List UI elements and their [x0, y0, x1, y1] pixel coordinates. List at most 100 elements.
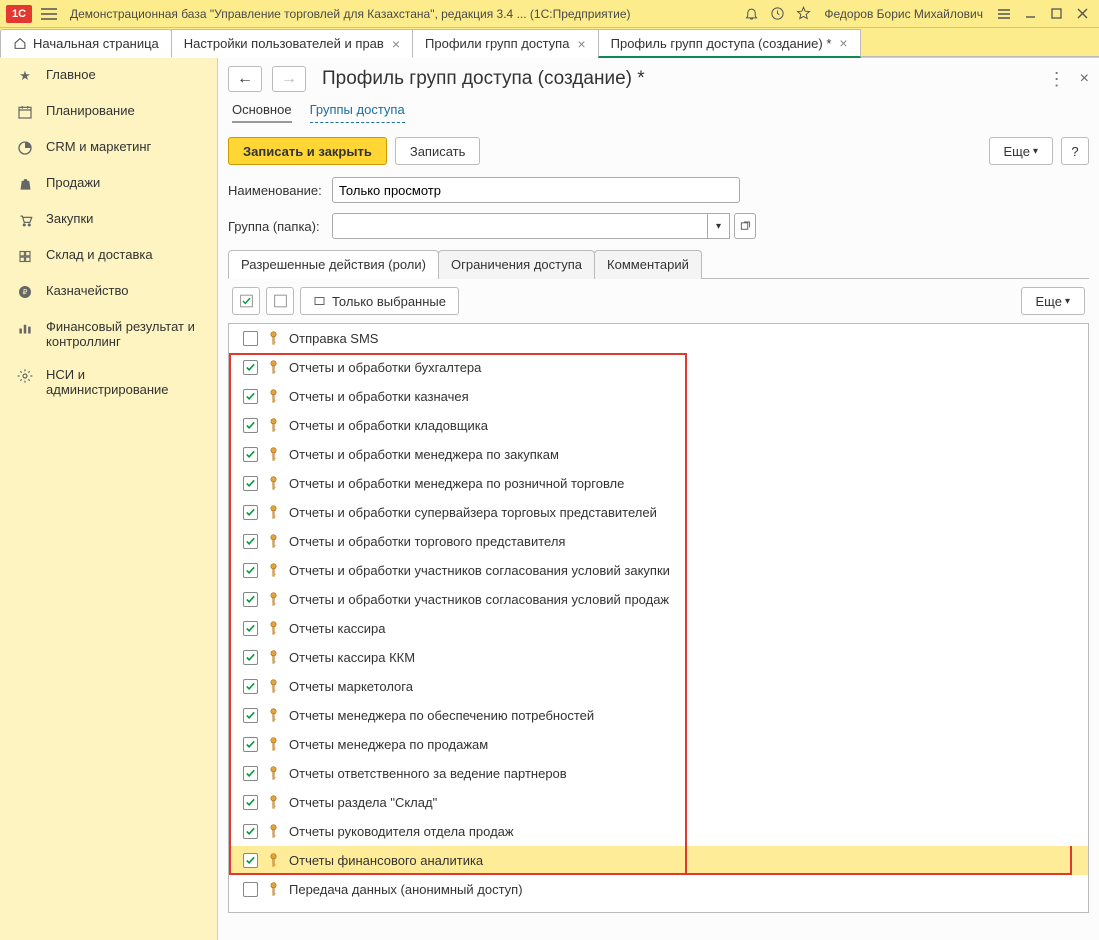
checkbox[interactable] — [243, 679, 258, 694]
checkbox[interactable] — [243, 824, 258, 839]
sidebar-item-purchases[interactable]: Закупки — [0, 202, 217, 238]
role-row[interactable]: Отчеты и обработки казначея — [229, 382, 1088, 411]
role-row[interactable]: Отчеты менеджера по обеспечению потребно… — [229, 701, 1088, 730]
user-name[interactable]: Федоров Борис Михайлович — [818, 7, 989, 21]
close-icon[interactable] — [1071, 3, 1093, 25]
role-label: Отчеты и обработки казначея — [289, 389, 469, 404]
checkbox[interactable] — [243, 563, 258, 578]
checkbox[interactable] — [243, 534, 258, 549]
open-folder-icon[interactable] — [734, 213, 756, 239]
history-icon[interactable] — [766, 3, 788, 25]
tab-close-icon[interactable]: × — [577, 37, 585, 51]
role-row[interactable]: Отчеты и обработки участников согласован… — [229, 556, 1088, 585]
tab-close-icon[interactable]: × — [839, 36, 847, 50]
group-input[interactable] — [332, 213, 708, 239]
role-row[interactable]: Отчеты и обработки кладовщика — [229, 411, 1088, 440]
tab-comment[interactable]: Комментарий — [594, 250, 702, 279]
minimize-icon[interactable] — [1019, 3, 1041, 25]
nav-forward-button[interactable]: → — [272, 66, 306, 92]
tab-settings-users[interactable]: Настройки пользователей и прав × — [171, 29, 413, 58]
role-row[interactable]: Отчеты руководителя отдела продаж — [229, 817, 1088, 846]
role-label: Отчеты и обработки кладовщика — [289, 418, 488, 433]
roles-toolbar: Только выбранные Еще — [228, 279, 1089, 323]
sidebar-item-treasury[interactable]: ₽Казначейство — [0, 274, 217, 310]
maximize-icon[interactable] — [1045, 3, 1067, 25]
checkbox[interactable] — [243, 447, 258, 462]
role-row[interactable]: Отчеты и обработки участников согласован… — [229, 585, 1088, 614]
only-selected-button[interactable]: Только выбранные — [300, 287, 459, 315]
checkbox[interactable] — [243, 708, 258, 723]
sidebar-item-crm[interactable]: CRM и маркетинг — [0, 130, 217, 166]
sidebar-item-nsi[interactable]: НСИ и администрирование — [0, 358, 217, 406]
checkbox[interactable] — [243, 360, 258, 375]
checkbox[interactable] — [243, 505, 258, 520]
key-icon — [268, 679, 279, 694]
nav-back-button[interactable]: ← — [228, 66, 262, 92]
more-icon[interactable]: ⋮ — [1048, 69, 1066, 90]
role-row[interactable]: Отчеты кассира ККМ — [229, 643, 1088, 672]
tab-restrictions[interactable]: Ограничения доступа — [438, 250, 595, 279]
role-row[interactable]: Отчеты и обработки торгового представите… — [229, 527, 1088, 556]
role-label: Отчеты и обработки участников согласован… — [289, 592, 669, 607]
checkbox[interactable] — [243, 418, 258, 433]
tab-home[interactable]: Начальная страница — [0, 29, 172, 58]
role-label: Отчеты ответственного за ведение партнер… — [289, 766, 567, 781]
checkbox[interactable] — [243, 853, 258, 868]
more-button[interactable]: Еще — [989, 137, 1053, 165]
star-icon[interactable] — [792, 3, 814, 25]
checkbox[interactable] — [243, 650, 258, 665]
cart-icon — [16, 211, 34, 229]
sidebar-item-warehouse[interactable]: Склад и доставка — [0, 238, 217, 274]
name-input[interactable] — [332, 177, 740, 203]
role-row[interactable]: Отчеты и обработки супервайзера торговых… — [229, 498, 1088, 527]
chart-pie-icon — [16, 139, 34, 157]
role-row[interactable]: Отчеты финансового аналитика — [229, 846, 1088, 875]
tab-roles[interactable]: Разрешенные действия (роли) — [228, 250, 439, 279]
menu-icon[interactable] — [38, 3, 60, 25]
key-icon — [268, 476, 279, 491]
key-icon — [268, 737, 279, 752]
checkbox[interactable] — [243, 737, 258, 752]
checkbox[interactable] — [243, 882, 258, 897]
checkbox[interactable] — [243, 476, 258, 491]
tab-profiles[interactable]: Профили групп доступа × — [412, 29, 599, 58]
checkbox[interactable] — [243, 331, 258, 346]
checkbox[interactable] — [243, 766, 258, 781]
dash-icon[interactable] — [993, 3, 1015, 25]
tab-close-icon[interactable]: × — [392, 37, 400, 51]
sidebar-item-finresult[interactable]: Финансовый результат и контроллинг — [0, 310, 217, 358]
key-icon — [268, 824, 279, 839]
role-row[interactable]: Отчеты маркетолога — [229, 672, 1088, 701]
sidebar-item-sales[interactable]: Продажи — [0, 166, 217, 202]
help-button[interactable]: ? — [1061, 137, 1089, 165]
write-and-close-button[interactable]: Записать и закрыть — [228, 137, 387, 165]
role-row[interactable]: Отчеты ответственного за ведение партнер… — [229, 759, 1088, 788]
sidebar-item-planning[interactable]: Планирование — [0, 94, 217, 130]
role-row[interactable]: Отчеты менеджера по продажам — [229, 730, 1088, 759]
checkbox[interactable] — [243, 592, 258, 607]
role-row[interactable]: Передача данных (анонимный доступ) — [229, 875, 1088, 904]
gear-icon — [16, 367, 34, 385]
role-row[interactable]: Отчеты и обработки бухгалтера — [229, 353, 1088, 382]
checkbox[interactable] — [243, 621, 258, 636]
dropdown-icon[interactable]: ▾ — [708, 213, 730, 239]
role-row[interactable]: Отчеты раздела "Склад" — [229, 788, 1088, 817]
checkbox[interactable] — [243, 795, 258, 810]
check-all-icon[interactable] — [232, 287, 260, 315]
role-row[interactable]: Отчеты и обработки менеджера по закупкам — [229, 440, 1088, 469]
key-icon — [268, 882, 279, 897]
subtab-main[interactable]: Основное — [232, 102, 292, 123]
roles-more-button[interactable]: Еще — [1021, 287, 1085, 315]
role-row[interactable]: Отчеты и обработки менеджера по рознично… — [229, 469, 1088, 498]
subtab-groups[interactable]: Группы доступа — [310, 102, 405, 123]
checkbox[interactable] — [243, 389, 258, 404]
bell-icon[interactable] — [740, 3, 762, 25]
role-row[interactable]: Отправка SMS — [229, 324, 1088, 353]
form-close-icon[interactable]: × — [1080, 70, 1089, 88]
uncheck-all-icon[interactable] — [266, 287, 294, 315]
sidebar-item-main[interactable]: ★Главное — [0, 58, 217, 94]
titlebar: 1C Демонстрационная база "Управление тор… — [0, 0, 1099, 28]
tab-profile-create[interactable]: Профиль групп доступа (создание) * × — [598, 29, 861, 58]
role-row[interactable]: Отчеты кассира — [229, 614, 1088, 643]
write-button[interactable]: Записать — [395, 137, 481, 165]
